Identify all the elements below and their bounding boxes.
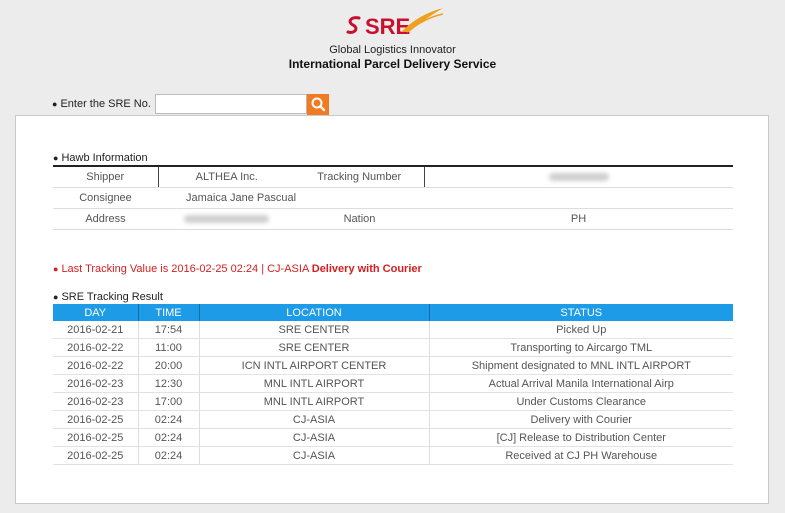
table-row: 2016-02-22 20:00 ICN INTL AIRPORT CENTER…	[53, 356, 733, 375]
hawb-table: Shipper ALTHEA Inc. Tracking Number Cons…	[53, 165, 733, 230]
hawb-section-title: ● Hawb Information	[53, 152, 148, 164]
cell-time: 02:24	[137, 428, 199, 447]
tagline: Global Logistics Innovator	[329, 44, 456, 56]
last-tracking-notice: ● Last Tracking Value is 2016-02-25 02:24…	[53, 263, 422, 275]
sre-logo: SRE	[345, 6, 445, 42]
cell-status: Delivery with Courier	[428, 410, 733, 429]
tracking-number-value	[423, 166, 733, 188]
column-header-time: TIME	[137, 304, 199, 321]
cell-status: Actual Arrival Manila International Airp	[428, 374, 733, 393]
consignee-extra	[424, 187, 733, 209]
cell-time: 02:24	[137, 410, 199, 429]
last-tracking-text: Last Tracking Value is 2016-02-25 02:24 …	[61, 263, 309, 275]
cell-location: CJ-ASIA	[198, 428, 429, 447]
cell-status: [CJ] Release to Distribution Center	[428, 428, 733, 447]
cell-location: CJ-ASIA	[198, 410, 429, 429]
cell-time: 17:00	[137, 392, 199, 411]
cell-day: 2016-02-23	[53, 374, 138, 393]
nation-value: PH	[424, 208, 733, 230]
search-icon	[311, 97, 326, 112]
cell-location: MNL INTL AIRPORT	[198, 374, 429, 393]
cell-time: 20:00	[137, 356, 199, 375]
table-row: 2016-02-25 02:24 CJ-ASIA [CJ] Release to…	[53, 428, 733, 447]
shipper-value: ALTHEA Inc.	[157, 166, 295, 188]
cell-day: 2016-02-21	[53, 321, 138, 339]
cell-location: MNL INTL AIRPORT	[198, 392, 429, 411]
bullet-icon: ●	[52, 99, 58, 109]
search-label: ● Enter the SRE No.	[52, 98, 151, 110]
address-label: Address	[53, 208, 158, 230]
cell-time: 12:30	[137, 374, 199, 393]
table-row: 2016-02-22 11:00 SRE CENTER Transporting…	[53, 338, 733, 357]
cell-status: Received at CJ PH Warehouse	[428, 446, 733, 465]
table-row: 2016-02-25 02:24 CJ-ASIA Received at CJ …	[53, 446, 733, 465]
cell-time: 11:00	[137, 338, 199, 357]
column-header-location: LOCATION	[198, 304, 429, 321]
cell-status: Transporting to Aircargo TML	[428, 338, 733, 357]
cell-status: Under Customs Clearance	[428, 392, 733, 411]
tracking-number-label: Tracking Number	[295, 166, 424, 188]
cell-time: 02:24	[137, 446, 199, 465]
cell-location: SRE CENTER	[198, 321, 429, 339]
bullet-icon: ●	[53, 264, 59, 274]
hawb-row: Shipper ALTHEA Inc. Tracking Number	[53, 166, 733, 188]
redacted-tracking-number	[548, 173, 609, 182]
tracking-header-row: DAY TIME LOCATION STATUS	[53, 304, 733, 321]
cell-time: 17:54	[137, 321, 199, 339]
cell-location: SRE CENTER	[198, 338, 429, 357]
last-tracking-status: Delivery with Courier	[311, 263, 422, 275]
address-value	[158, 208, 295, 230]
nation-label: Nation	[295, 208, 424, 230]
logo-wing-icon	[401, 8, 444, 33]
tracking-table: DAY TIME LOCATION STATUS 2016-02-21 17:5…	[53, 304, 733, 465]
consignee-label: Consignee	[53, 187, 158, 209]
cell-day: 2016-02-25	[53, 410, 138, 429]
table-row: 2016-02-21 17:54 SRE CENTER Picked Up	[53, 321, 733, 339]
hawb-row: Address Nation PH	[53, 208, 733, 230]
column-header-status: STATUS	[428, 304, 733, 321]
table-row: 2016-02-23 12:30 MNL INTL AIRPORT Actual…	[53, 374, 733, 393]
cell-day: 2016-02-23	[53, 392, 138, 411]
bullet-icon: ●	[53, 292, 59, 302]
cell-location: ICN INTL AIRPORT CENTER	[198, 356, 429, 375]
cell-day: 2016-02-25	[53, 446, 138, 465]
table-row: 2016-02-25 02:24 CJ-ASIA Delivery with C…	[53, 410, 733, 429]
page-subtitle: International Parcel Delivery Service	[288, 57, 497, 71]
consignee-value: Jamaica Jane Pascual	[158, 187, 424, 209]
tracking-section-title: ● SRE Tracking Result	[53, 291, 163, 303]
results-panel: ● Hawb Information Shipper ALTHEA Inc. Tr…	[15, 115, 769, 504]
cell-location: CJ-ASIA	[198, 446, 429, 465]
column-header-day: DAY	[53, 304, 138, 321]
search-button[interactable]	[307, 94, 329, 115]
hawb-row: Consignee Jamaica Jane Pascual	[53, 187, 733, 209]
cell-status: Picked Up	[428, 321, 733, 339]
redacted-address	[184, 215, 269, 224]
cell-status: Shipment designated to MNL INTL AIRPORT	[428, 356, 733, 375]
bullet-icon: ●	[53, 153, 59, 163]
cell-day: 2016-02-25	[53, 428, 138, 447]
page-header: SRE Global Logistics Innovator Internati…	[0, 0, 785, 80]
table-row: 2016-02-23 17:00 MNL INTL AIRPORT Under …	[53, 392, 733, 411]
shipper-label: Shipper	[53, 166, 158, 188]
sre-number-input[interactable]	[155, 94, 307, 114]
logo-swirl-icon	[346, 16, 361, 34]
cell-day: 2016-02-22	[53, 356, 138, 375]
cell-day: 2016-02-22	[53, 338, 138, 357]
